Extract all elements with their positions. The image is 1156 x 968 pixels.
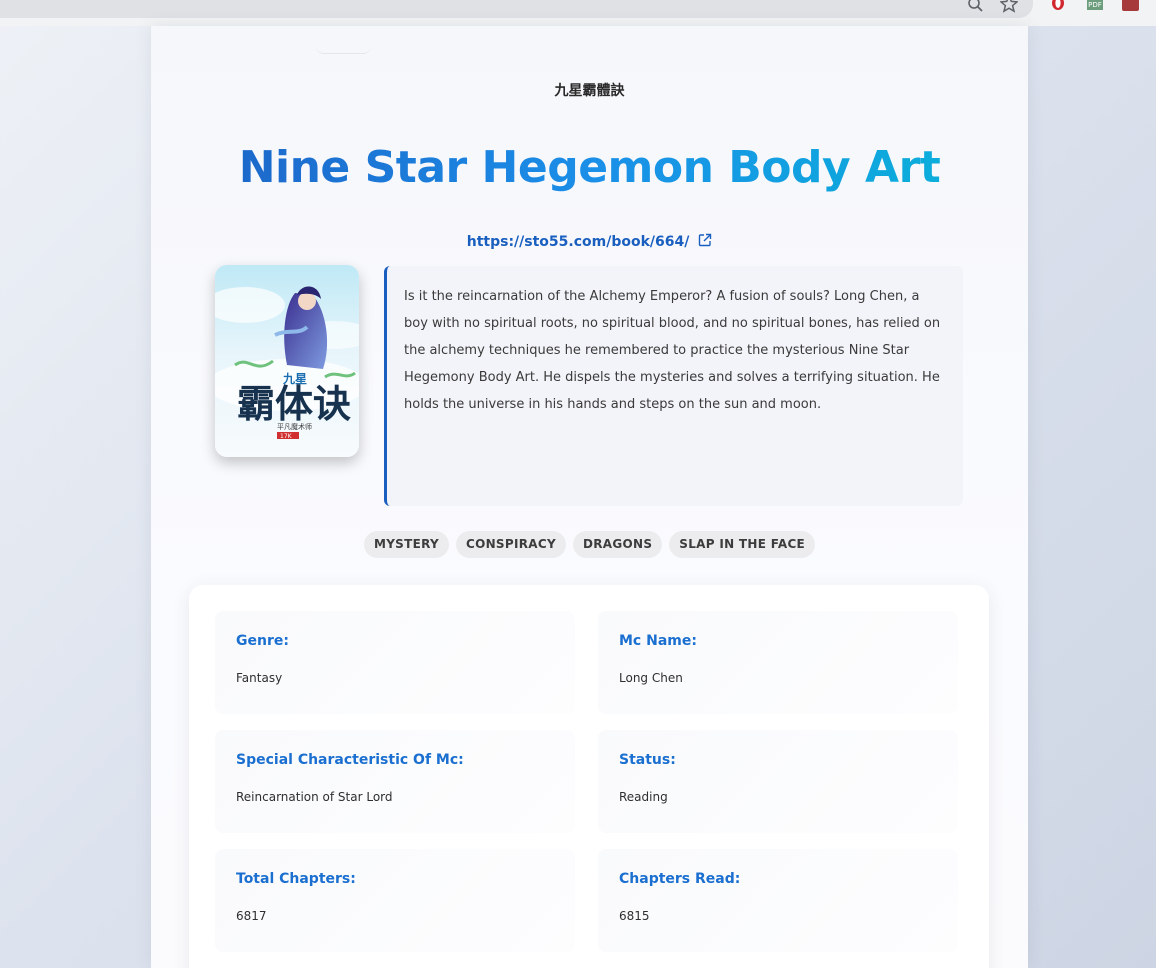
detail-value: Long Chen	[619, 671, 683, 685]
detail-genre: Genre: Fantasy	[215, 611, 575, 714]
detail-label: Genre:	[236, 633, 289, 649]
red-extension-icon[interactable]	[1122, 0, 1139, 11]
zoom-icon[interactable]	[967, 0, 985, 14]
opera-extension-icon[interactable]	[1050, 0, 1066, 11]
top-tab-edge	[316, 46, 371, 54]
browser-toolbar: PDF	[0, 0, 1156, 26]
pdf-extension-icon[interactable]: PDF	[1087, 0, 1103, 10]
cover-big-title: 霸体诀	[237, 381, 351, 426]
detail-total-chapters: Total Chapters: 6817	[215, 849, 575, 952]
detail-label: Mc Name:	[619, 633, 697, 649]
detail-special-characteristic: Special Characteristic Of Mc: Reincarnat…	[215, 730, 575, 833]
page-title: Nine Star Hegemon Body Art	[151, 142, 1028, 193]
detail-status: Status: Reading	[598, 730, 958, 833]
tag[interactable]: CONSPIRACY	[455, 531, 566, 558]
tag[interactable]: MYSTERY	[363, 531, 449, 558]
details-panel: Genre: Fantasy Mc Name: Long Chen Specia…	[189, 585, 989, 968]
book-cover-illustration: 九星 霸体诀 平凡魔术师 17K	[215, 265, 359, 457]
book-cover-image: 九星 霸体诀 平凡魔术师 17K	[215, 265, 359, 457]
detail-label: Special Characteristic Of Mc:	[236, 752, 464, 768]
tag-list: MYSTERY CONSPIRACY DRAGONS SLAP IN THE FACE	[151, 531, 1028, 558]
tag[interactable]: SLAP IN THE FACE	[669, 531, 816, 558]
cover-author: 平凡魔术师	[277, 422, 312, 431]
detail-value: 6815	[619, 909, 650, 923]
detail-label: Chapters Read:	[619, 871, 741, 887]
detail-value: Fantasy	[236, 671, 283, 685]
source-link-text[interactable]: https://sto55.com/book/664/	[467, 234, 690, 250]
star-icon[interactable]	[1000, 0, 1018, 13]
native-title: 九星霸體訣	[554, 83, 625, 99]
tag[interactable]: DRAGONS	[572, 531, 663, 558]
source-link[interactable]: https://sto55.com/book/664/	[151, 233, 1028, 250]
detail-label: Status:	[619, 752, 676, 768]
synopsis: Is it the reincarnation of the Alchemy E…	[384, 266, 963, 506]
external-link-icon[interactable]	[698, 233, 712, 247]
cover-stamp: 17K	[280, 433, 293, 440]
address-bar[interactable]	[0, 0, 1033, 18]
novel-card: 九星霸體訣 Nine Star Hegemon Body Art https:/…	[151, 26, 1028, 968]
detail-label: Total Chapters:	[236, 871, 356, 887]
detail-value: Reincarnation of Star Lord	[236, 790, 393, 804]
detail-chapters-read: Chapters Read: 6815	[598, 849, 958, 952]
detail-value: 6817	[236, 909, 267, 923]
detail-value: Reading	[619, 790, 668, 804]
detail-mc-name: Mc Name: Long Chen	[598, 611, 958, 714]
